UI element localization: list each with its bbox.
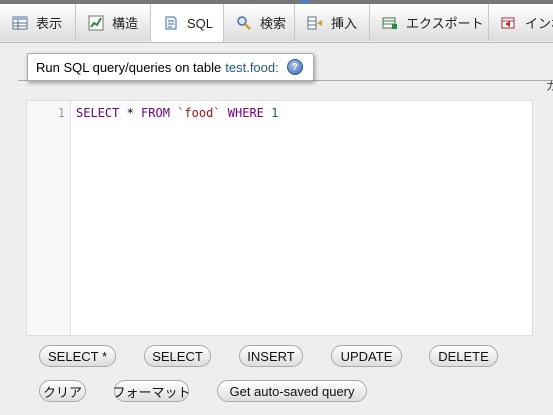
tab-import[interactable]: インポ bbox=[489, 4, 553, 41]
search-icon bbox=[237, 15, 251, 30]
insert-icon bbox=[307, 16, 322, 29]
import-icon bbox=[501, 17, 515, 28]
tab-search[interactable]: 検索 bbox=[224, 4, 295, 41]
insert-button[interactable]: INSERT bbox=[239, 345, 303, 367]
operator-star: * bbox=[119, 106, 142, 120]
export-icon bbox=[382, 17, 397, 29]
tab-structure-label: 構造 bbox=[112, 16, 139, 31]
select-star-button[interactable]: SELECT * bbox=[39, 345, 116, 367]
clear-button[interactable]: クリア bbox=[39, 380, 86, 402]
sql-icon bbox=[165, 16, 177, 30]
tab-insert-label: 挿入 bbox=[331, 16, 358, 31]
tab-sql[interactable]: SQL bbox=[151, 4, 224, 42]
tab-export-label: エクスポート bbox=[406, 16, 484, 31]
line-gutter: 1 bbox=[27, 101, 71, 335]
keyword-from: FROM bbox=[141, 106, 170, 120]
get-auto-saved-query-button[interactable]: Get auto-saved query bbox=[217, 380, 367, 402]
legend-table-link[interactable]: test.food bbox=[225, 60, 275, 75]
delete-button[interactable]: DELETE bbox=[429, 345, 498, 367]
structure-icon bbox=[88, 15, 104, 30]
sql-panel: Run SQL query/queries on table test.food… bbox=[0, 43, 553, 415]
query-legend: Run SQL query/queries on table test.food… bbox=[27, 53, 314, 81]
legend-colon: : bbox=[275, 59, 279, 75]
sql-editor[interactable]: 1 SELECT * FROM `food` WHERE 1 bbox=[26, 100, 533, 336]
line-number: 1 bbox=[57, 106, 65, 120]
keyword-select: SELECT bbox=[76, 106, 120, 120]
update-button[interactable]: UPDATE bbox=[331, 345, 402, 367]
tab-structure[interactable]: 構造 bbox=[76, 4, 151, 41]
tab-search-label: 検索 bbox=[260, 16, 287, 31]
sql-code-line[interactable]: SELECT * FROM `food` WHERE 1 bbox=[76, 106, 278, 120]
tab-insert[interactable]: 挿入 bbox=[295, 4, 370, 41]
table-identifier: `food` bbox=[177, 106, 221, 120]
tab-bar: 表示 構造 SQL 検索 挿入 エクスポート イン bbox=[0, 4, 553, 43]
sql-query-page: 表示 構造 SQL 検索 挿入 エクスポート イン Run SQL query/… bbox=[0, 0, 553, 415]
tab-sql-label: SQL bbox=[187, 15, 214, 31]
table-browse-icon bbox=[12, 16, 28, 29]
tab-browse-label: 表示 bbox=[36, 16, 63, 31]
cut-off-text: ガ bbox=[546, 79, 553, 93]
tab-browse[interactable]: 表示 bbox=[0, 4, 76, 41]
keyword-where: WHERE bbox=[227, 106, 264, 120]
number-literal: 1 bbox=[271, 106, 279, 120]
format-button[interactable]: フォーマット bbox=[113, 380, 191, 402]
tab-import-label: インポ bbox=[525, 16, 553, 31]
select-button[interactable]: SELECT bbox=[144, 345, 211, 367]
help-icon[interactable]: ? bbox=[286, 59, 303, 75]
legend-text: Run SQL query/queries on table bbox=[36, 59, 222, 75]
tab-export[interactable]: エクスポート bbox=[370, 4, 489, 41]
